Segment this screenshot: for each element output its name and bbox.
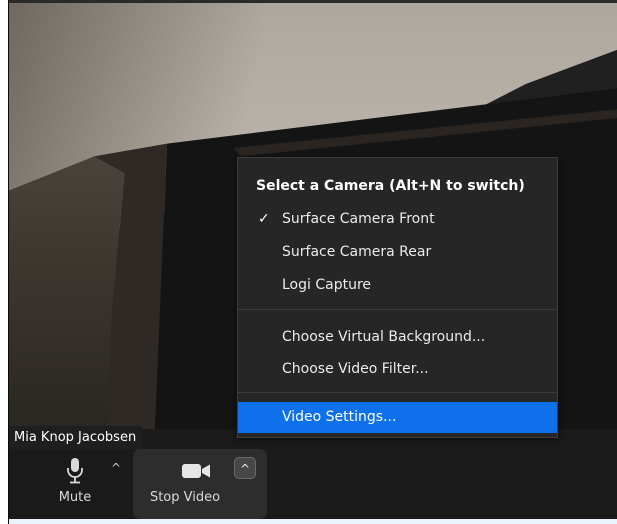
menu-item-label: Surface Camera Rear xyxy=(282,244,432,260)
menu-separator xyxy=(238,309,557,310)
menu-separator xyxy=(238,392,557,393)
stop-video-label: Stop Video xyxy=(149,490,221,505)
menu-item-label: Choose Virtual Background... xyxy=(282,329,486,345)
bottom-strip xyxy=(9,519,617,524)
camera-context-menu: Select a Camera (Alt+N to switch) ✓ Surf… xyxy=(237,157,558,438)
menu-item-label: Video Settings... xyxy=(282,409,397,425)
checkmark-icon: ✓ xyxy=(258,211,270,227)
zoom-window: Mia Knop Jacobsen Mute ^ Stop Video ^ Se… xyxy=(8,0,617,524)
menu-header: Select a Camera (Alt+N to switch) xyxy=(256,178,525,194)
microphone-icon xyxy=(67,458,83,484)
audio-options-caret[interactable]: ^ xyxy=(105,457,127,479)
mute-label: Mute xyxy=(58,490,92,505)
menu-item-video-settings[interactable]: Video Settings... xyxy=(238,402,557,433)
menu-item-logi-capture[interactable]: Logi Capture xyxy=(238,270,557,301)
menu-item-virtual-background[interactable]: Choose Virtual Background... xyxy=(238,322,557,353)
meeting-toolbar: Mute ^ Stop Video ^ xyxy=(9,449,617,519)
video-camera-icon xyxy=(182,464,210,478)
menu-item-label: Surface Camera Front xyxy=(282,211,435,227)
menu-item-surface-camera-rear[interactable]: Surface Camera Rear xyxy=(238,237,557,268)
video-options-caret[interactable]: ^ xyxy=(234,457,256,479)
participant-name-tag: Mia Knop Jacobsen xyxy=(9,426,143,449)
menu-item-surface-camera-front[interactable]: ✓ Surface Camera Front xyxy=(238,204,557,235)
menu-item-label: Logi Capture xyxy=(282,277,372,293)
menu-item-video-filter[interactable]: Choose Video Filter... xyxy=(238,354,557,385)
menu-item-label: Choose Video Filter... xyxy=(282,361,429,377)
